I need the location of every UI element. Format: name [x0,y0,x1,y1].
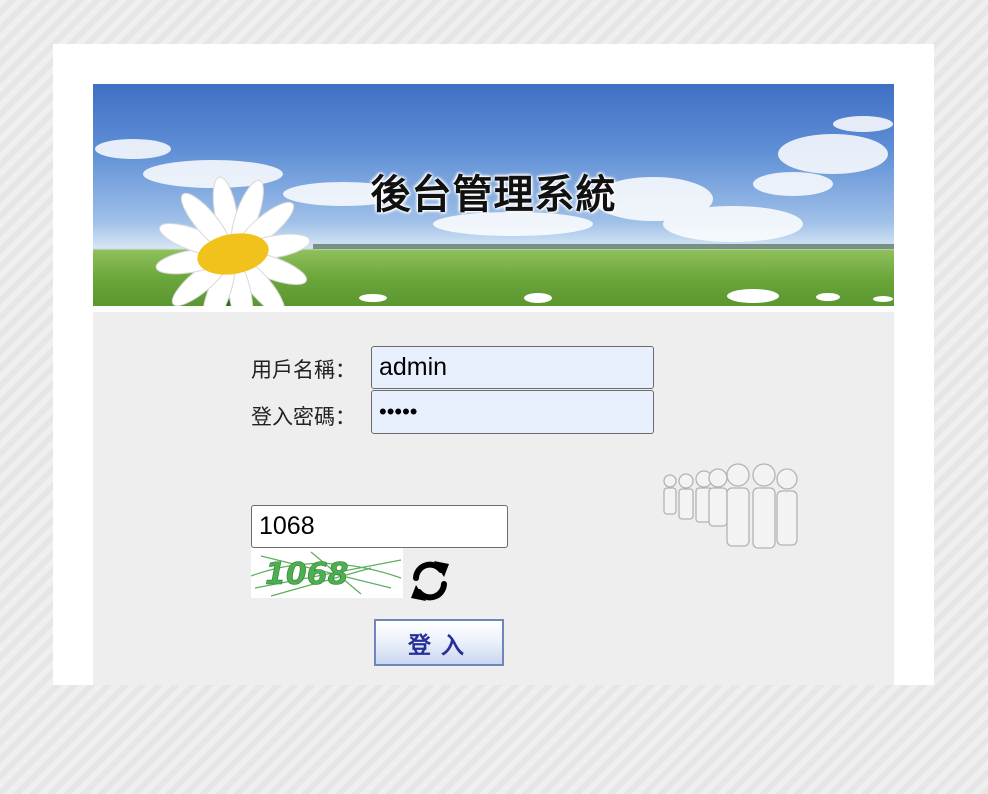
refresh-icon[interactable] [407,558,453,602]
password-input[interactable] [371,390,654,434]
svg-text:1068: 1068 [265,557,349,592]
login-button[interactable]: 登入 [374,619,504,666]
login-form-panel: 用戶名稱： 登入密碼： [93,312,894,685]
captcha-input[interactable] [251,505,508,548]
header-banner: 後台管理系統 [93,84,894,306]
people-group-icon [663,463,798,549]
captcha-image: 1068 [250,548,403,598]
username-label: 用戶名稱： [251,358,356,382]
login-card: 後台管理系統 用戶名稱： 登入密碼： [53,44,934,685]
username-input[interactable] [371,346,654,389]
banner-title: 後台管理系統 [370,171,617,218]
password-label: 登入密碼： [251,405,356,429]
